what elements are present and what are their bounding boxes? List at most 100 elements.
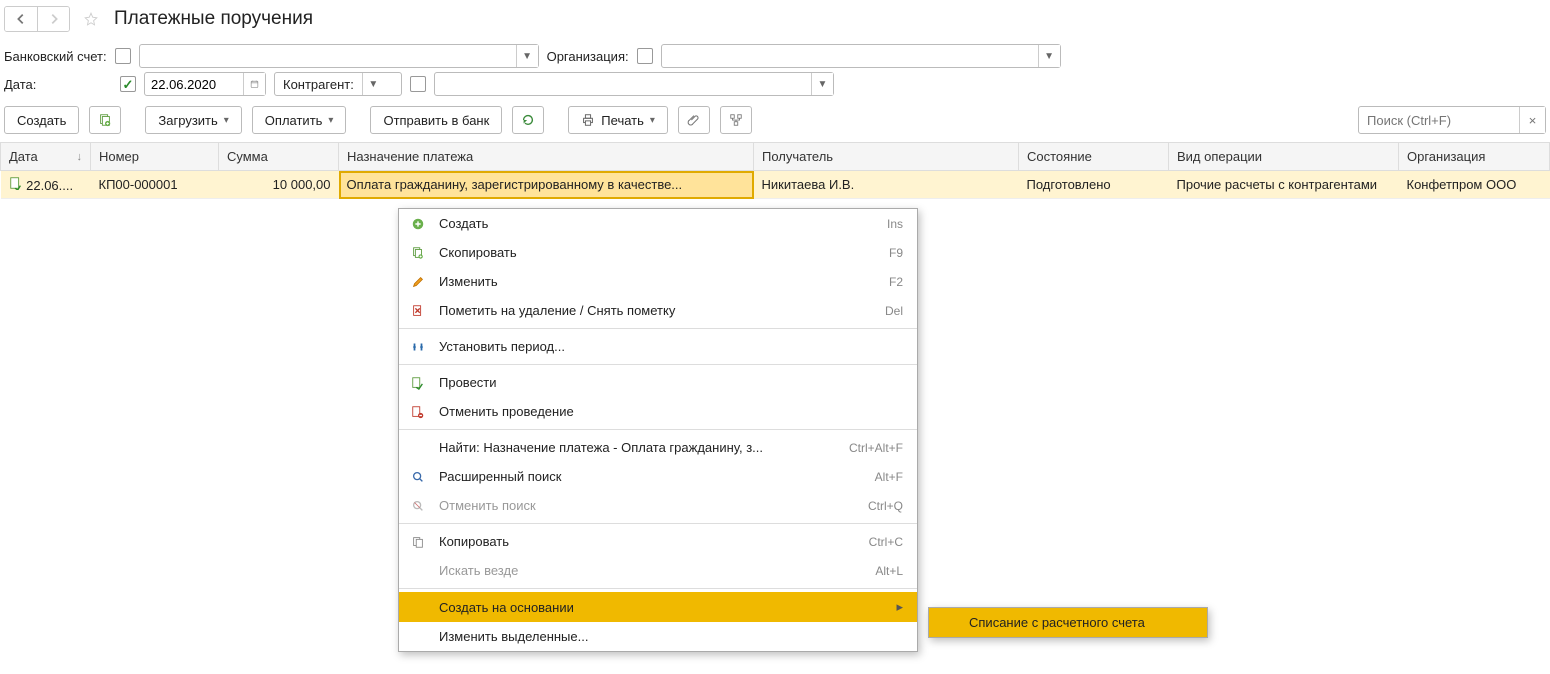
menu-item[interactable]: КопироватьCtrl+C (399, 527, 917, 556)
structure-icon (729, 113, 743, 127)
menu-item-label: Расширенный поиск (439, 469, 843, 484)
cell-org[interactable]: Конфетпром ООО (1399, 171, 1550, 199)
menu-item-label: Провести (439, 375, 903, 390)
load-button[interactable]: Загрузить ▾ (145, 106, 241, 134)
menu-item[interactable]: Провести (399, 368, 917, 397)
favorite-button[interactable] (78, 6, 104, 32)
caret-down-icon: ▼ (368, 79, 378, 90)
menu-item-label: Отменить поиск (439, 498, 836, 513)
menu-item-label: Пометить на удаление / Снять пометку (439, 303, 853, 318)
cell-date[interactable]: 22.06.... (1, 171, 91, 199)
menu-item-label: Найти: Назначение платежа - Оплата гражд… (439, 440, 817, 455)
menu-shortcut: Alt+F (875, 470, 903, 484)
back-button[interactable] (5, 7, 37, 31)
menu-shortcut: Del (885, 304, 903, 318)
cell-sum[interactable]: 10 000,00 (219, 171, 339, 199)
pay-button[interactable]: Оплатить ▾ (252, 106, 347, 134)
cell-number[interactable]: КП00-000001 (91, 171, 219, 199)
col-date[interactable]: Дата↓ (1, 143, 91, 171)
copy-icon (409, 535, 427, 549)
submenu-item-label: Списание с расчетного счета (969, 615, 1193, 630)
caret-down-icon: ▾ (224, 115, 229, 126)
col-recipient[interactable]: Получатель (754, 143, 1019, 171)
header-bar: Платежные поручения (0, 0, 1550, 42)
col-sum[interactable]: Сумма (219, 143, 339, 171)
col-operation-type[interactable]: Вид операции (1169, 143, 1399, 171)
menu-item[interactable]: Установить период... (399, 332, 917, 361)
date-input[interactable] (145, 73, 243, 95)
menu-item[interactable]: СкопироватьF9 (399, 238, 917, 267)
col-number[interactable]: Номер (91, 143, 219, 171)
menu-separator (399, 588, 917, 589)
menu-item[interactable]: СоздатьIns (399, 209, 917, 238)
caret-down-icon: ▼ (818, 79, 828, 90)
counterparty-label-dropdown[interactable]: ▼ (362, 73, 384, 95)
col-purpose[interactable]: Назначение платежа (339, 143, 754, 171)
menu-item-label: Создать на основании (439, 600, 876, 615)
menu-item-label: Копировать (439, 534, 837, 549)
col-org-label: Организация (1407, 149, 1485, 164)
refresh-button[interactable] (512, 106, 544, 134)
create-button[interactable]: Создать (4, 106, 79, 134)
menu-item[interactable]: ИзменитьF2 (399, 267, 917, 296)
bank-account-combo[interactable]: ▼ (139, 44, 539, 68)
attachment-button[interactable] (678, 106, 710, 134)
arrow-left-icon (14, 12, 28, 26)
col-status[interactable]: Состояние (1019, 143, 1169, 171)
org-dropdown[interactable]: ▼ (1038, 45, 1060, 67)
bank-account-label: Банковский счет: (4, 49, 107, 64)
col-sum-label: Сумма (227, 149, 268, 164)
org-input[interactable] (662, 45, 1038, 67)
bank-account-checkbox[interactable] (115, 48, 131, 64)
cell-purpose[interactable]: Оплата гражданину, зарегистрированному в… (339, 171, 754, 199)
submenu-arrow-icon: ▸ (896, 599, 903, 615)
menu-item[interactable]: Создать на основании ▸ (399, 592, 917, 622)
menu-item-label: Отменить проведение (439, 404, 903, 419)
counterparty-dropdown[interactable]: ▼ (811, 73, 833, 95)
sort-down-icon: ↓ (77, 151, 83, 163)
menu-separator (399, 523, 917, 524)
counterparty-input[interactable] (435, 73, 811, 95)
menu-shortcut: F9 (889, 246, 903, 260)
send-to-bank-button[interactable]: Отправить в банк (370, 106, 502, 134)
menu-item[interactable]: Расширенный поиск Alt+F (399, 462, 917, 491)
submenu-item[interactable]: Списание с расчетного счета (929, 608, 1207, 637)
menu-item[interactable]: Отменить проведение (399, 397, 917, 426)
menu-item-label: Изменить (439, 274, 857, 289)
search-input[interactable] (1359, 113, 1519, 128)
search-box[interactable]: × (1358, 106, 1546, 134)
menu-item[interactable]: Изменить выделенные... (399, 622, 917, 651)
structure-button[interactable] (720, 106, 752, 134)
print-button[interactable]: Печать ▾ (568, 106, 668, 134)
menu-item[interactable]: Пометить на удаление / Снять пометку Del (399, 296, 917, 325)
document-status-icon (9, 176, 23, 193)
cell-operation-type[interactable]: Прочие расчеты с контрагентами (1169, 171, 1399, 199)
caret-down-icon: ▾ (328, 115, 333, 126)
counterparty-combo[interactable]: ▼ (434, 72, 834, 96)
forward-button[interactable] (37, 7, 69, 31)
clear-search-button[interactable]: × (1519, 107, 1545, 133)
org-checkbox[interactable] (637, 48, 653, 64)
copy-doc-button[interactable] (89, 106, 121, 134)
date-picker-button[interactable] (243, 73, 265, 95)
counterparty-checkbox[interactable] (410, 76, 426, 92)
payment-orders-table: Дата↓ Номер Сумма Назначение платежа Пол… (0, 142, 1550, 199)
cancelsearch-icon (409, 499, 427, 513)
menu-separator (399, 429, 917, 430)
org-combo[interactable]: ▼ (661, 44, 1061, 68)
unpost-icon (409, 405, 427, 419)
menu-item-label: Искать везде (439, 563, 843, 578)
date-checkbox[interactable] (120, 76, 136, 92)
table-row[interactable]: 22.06.... КП00-000001 10 000,00 Оплата г… (1, 171, 1550, 199)
col-org[interactable]: Организация (1399, 143, 1550, 171)
bank-account-input[interactable] (140, 45, 516, 67)
menu-item-label: Изменить выделенные... (439, 629, 903, 644)
counterparty-label: Контрагент: (275, 77, 362, 92)
menu-item[interactable]: Найти: Назначение платежа - Оплата гражд… (399, 433, 917, 462)
date-combo[interactable] (144, 72, 266, 96)
nav-group (4, 6, 70, 32)
bank-account-dropdown[interactable]: ▼ (516, 45, 538, 67)
search-icon (409, 470, 427, 484)
cell-status[interactable]: Подготовлено (1019, 171, 1169, 199)
cell-recipient[interactable]: Никитаева И.В. (754, 171, 1019, 199)
